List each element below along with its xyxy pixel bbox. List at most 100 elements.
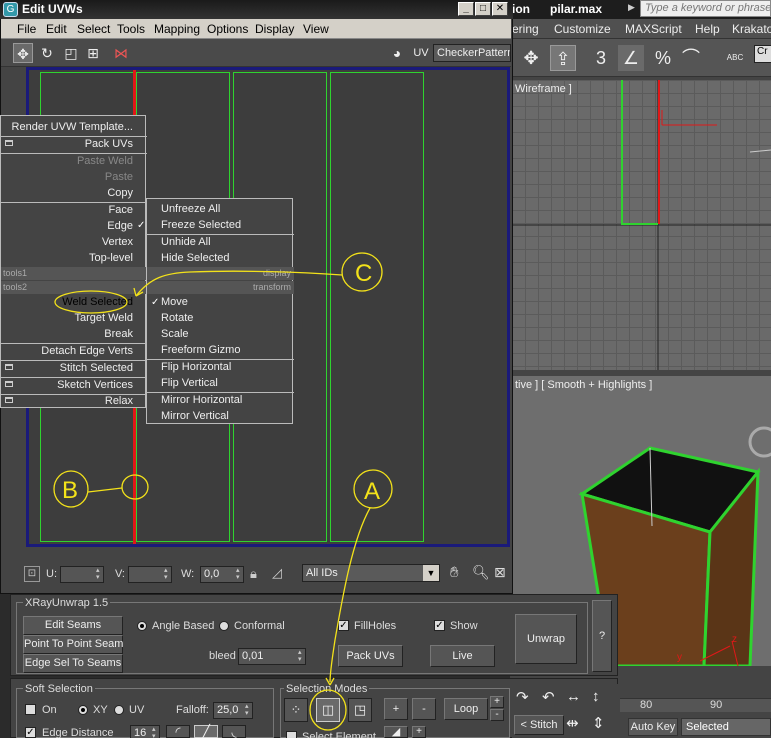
menu-edge[interactable]: Edge <box>1 218 133 234</box>
select-move-icon[interactable]: ✥ <box>518 45 544 71</box>
menu-relax[interactable]: Relax <box>1 393 133 409</box>
menu-break[interactable]: Break <box>1 326 133 342</box>
menu-tools[interactable]: Tools <box>117 22 145 36</box>
menu-unfreeze-all[interactable]: Unfreeze All <box>161 201 220 217</box>
freeform-icon[interactable]: ⊞ <box>83 43 103 63</box>
menu-face[interactable]: Face <box>1 202 133 218</box>
auto-key-button[interactable]: Auto Key <box>628 718 678 736</box>
loop-button[interactable]: Loop <box>444 698 488 720</box>
max-menu-customize[interactable]: Customize <box>554 22 611 36</box>
max-menu-maxscript[interactable]: MAXScript <box>625 22 682 36</box>
face-mode-icon[interactable]: ◳ <box>348 698 372 722</box>
menu-detach-edge-verts[interactable]: Detach Edge Verts <box>1 343 133 359</box>
close-icon[interactable]: ✕ <box>492 2 508 16</box>
snap-toggle-icon[interactable]: 3 <box>588 45 614 71</box>
menu-edit[interactable]: Edit <box>46 22 67 36</box>
texture-dropdown[interactable]: CheckerPattern <box>433 44 511 62</box>
viewport-persp-label[interactable]: tive ] [ Smooth + Highlights ] <box>515 379 652 391</box>
menu-move[interactable]: Move <box>161 294 188 310</box>
chevron-down-icon[interactable]: ▼ <box>423 565 439 581</box>
menu-hide-selected[interactable]: Hide Selected <box>161 250 230 266</box>
help-button[interactable]: ? <box>592 600 612 672</box>
loop-grow-button[interactable]: + <box>490 696 504 708</box>
align-horizontal-icon[interactable]: ⇹ <box>566 714 579 732</box>
fillholes-checkbox[interactable]: ✓ <box>338 620 349 631</box>
edge-sel-to-seams-button[interactable]: Edge Sel To Seams <box>23 654 123 673</box>
soft-on-checkbox[interactable] <box>25 704 36 715</box>
menu-target-weld[interactable]: Target Weld <box>1 310 134 326</box>
zoom-region-icon[interactable]: ⊠ <box>494 564 506 581</box>
edit-seams-button[interactable]: Edit Seams <box>23 616 123 635</box>
uv-shell-4[interactable] <box>330 72 424 542</box>
menu-select[interactable]: Select <box>77 22 110 36</box>
show-checkbox[interactable]: ✓ <box>434 620 445 631</box>
lock-icon[interactable]: 🔒︎ <box>250 566 257 582</box>
max-menu-help[interactable]: Help <box>695 22 720 36</box>
edge-distance-spinner[interactable]: 16 <box>130 725 160 738</box>
edge-distance-checkbox[interactable]: ✓ <box>25 727 36 738</box>
menu-paste[interactable]: Paste <box>1 169 133 185</box>
spinner-snap-icon[interactable]: ⌒ <box>678 45 704 71</box>
menu-copy[interactable]: Copy <box>1 185 133 201</box>
scale-icon[interactable]: ◰ <box>61 43 81 63</box>
search-input[interactable]: Type a keyword or phrase <box>640 0 771 17</box>
xy-radio[interactable] <box>78 705 88 715</box>
menu-rotate[interactable]: Rotate <box>161 310 193 326</box>
menu-display[interactable]: Display <box>255 22 294 36</box>
absolute-offset-icon[interactable]: ⊡ <box>24 566 40 582</box>
named-selection-icon[interactable]: ABC <box>722 45 748 71</box>
falloff-smooth-icon[interactable]: ◜ <box>166 725 190 738</box>
menu-paste-weld[interactable]: Paste Weld <box>1 153 133 169</box>
search-arrow-icon[interactable]: ▶ <box>628 2 635 13</box>
menu-weld-selected[interactable]: Weld Selected <box>1 294 133 310</box>
maximize-icon[interactable]: □ <box>475 2 491 16</box>
pack-uvs-button[interactable]: Pack UVs <box>338 645 403 667</box>
zoom-icon[interactable]: 🔍︎ <box>472 564 490 581</box>
uv-toggle[interactable]: UV <box>411 43 431 63</box>
move-icon[interactable]: ✥ <box>13 43 33 63</box>
ring-icon[interactable]: ◢ <box>384 726 408 738</box>
checker-icon[interactable]: ◕ <box>387 43 407 63</box>
ring-grow-button[interactable]: + <box>412 726 426 738</box>
v-spinner[interactable] <box>128 566 172 583</box>
shrink-button[interactable]: - <box>412 698 436 720</box>
pan-icon[interactable]: ✋︎ <box>450 564 459 581</box>
menu-render-uvw-template[interactable]: Render UVW Template... <box>1 119 133 135</box>
menu-view[interactable]: View <box>303 22 329 36</box>
menu-vertex[interactable]: Vertex <box>1 234 133 250</box>
falloff-spinner[interactable]: 25,0 <box>213 702 253 719</box>
unwrap-button[interactable]: Unwrap <box>515 614 577 664</box>
select-element-checkbox[interactable] <box>286 731 297 738</box>
menu-file[interactable]: File <box>17 22 36 36</box>
uv-radio[interactable] <box>114 705 124 715</box>
menu-unhide-all[interactable]: Unhide All <box>161 234 211 250</box>
viewport-top-label[interactable]: Wireframe ] <box>515 83 572 95</box>
w-spinner[interactable]: 0,0 <box>200 566 244 583</box>
grow-button[interactable]: + <box>384 698 408 720</box>
flip-horizontal-icon[interactable]: ↔ <box>566 688 581 705</box>
live-button[interactable]: Live <box>430 645 495 667</box>
show-hide-icon[interactable]: ◿ <box>272 565 282 581</box>
rotate-icon[interactable]: ↻ <box>37 43 57 63</box>
angle-based-radio[interactable] <box>137 621 147 631</box>
menu-freeze-selected[interactable]: Freeze Selected <box>161 217 241 233</box>
stitch-button[interactable]: < Stitch <box>514 715 564 735</box>
falloff-slow-icon[interactable]: ◟ <box>222 725 246 738</box>
menu-options[interactable]: Options <box>207 22 248 36</box>
falloff-linear-icon[interactable]: ╱ <box>194 725 218 738</box>
percent-snap-icon[interactable]: % <box>650 45 676 71</box>
menu-flip-horizontal[interactable]: Flip Horizontal <box>161 359 231 375</box>
bleed-spinner[interactable]: 0,01 <box>238 648 306 665</box>
edge-mode-icon[interactable]: ◫ <box>316 698 340 722</box>
key-filter-dropdown[interactable]: Selected <box>681 718 771 736</box>
menu-scale[interactable]: Scale <box>161 326 189 342</box>
menu-sketch-vertices[interactable]: Sketch Vertices <box>1 377 133 393</box>
viewport-top[interactable] <box>512 80 771 370</box>
time-ruler[interactable]: 80 90 <box>620 698 771 712</box>
flip-vertical-icon[interactable]: ↕ <box>592 688 600 705</box>
max-menu-krakatoa[interactable]: Krakato <box>732 22 771 36</box>
max-menu-rendering[interactable]: ering <box>512 22 539 36</box>
menu-top-level[interactable]: Top-level <box>1 250 133 266</box>
menu-mirror-vertical[interactable]: Mirror Vertical <box>161 408 229 424</box>
align-vertical-icon[interactable]: ⇕ <box>592 714 605 732</box>
